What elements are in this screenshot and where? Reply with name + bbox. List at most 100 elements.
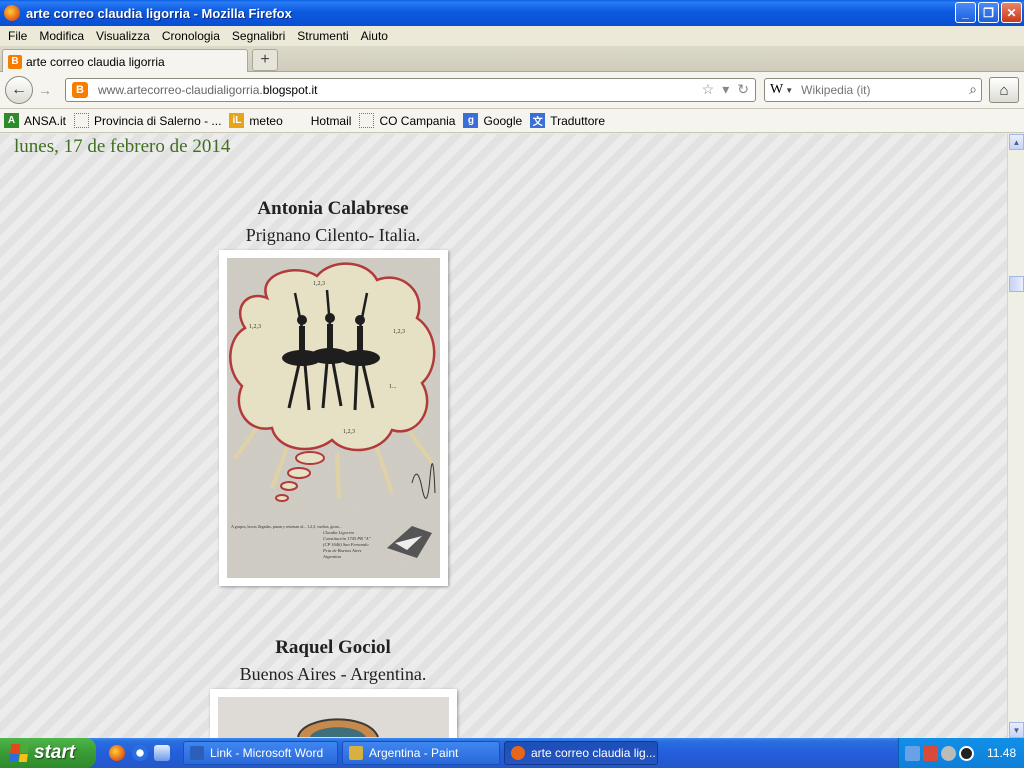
- blogger-icon: B: [72, 82, 88, 98]
- scrollbar-thumb[interactable]: [1009, 276, 1024, 292]
- artwork-frame[interactable]: 1,2,3 1,2,3 1,2,3 1... 1,2,3 A grupos, b…: [219, 250, 448, 586]
- bookmark-traduttore[interactable]: 文 Traduttore: [530, 113, 605, 128]
- menu-visualizza[interactable]: Visualizza: [90, 29, 156, 43]
- bookmark-google[interactable]: g Google: [463, 113, 522, 128]
- artwork-address-line: Pcia de Buenos Aires: [322, 548, 362, 553]
- artwork-count-label: 1,2,3: [249, 324, 261, 330]
- url-bar[interactable]: B www.artecorreo-claudialigorria.blogspo…: [65, 78, 756, 102]
- menu-aiuto[interactable]: Aiuto: [355, 29, 394, 43]
- wikipedia-icon[interactable]: W: [770, 82, 783, 98]
- bookmark-hotmail[interactable]: Hotmail: [291, 113, 352, 128]
- window-title: arte correo claudia ligorria - Mozilla F…: [26, 5, 292, 21]
- page-content[interactable]: lunes, 17 de febrero de 2014 Antonia Cal…: [0, 134, 1007, 738]
- url-domain: blogspot.it: [262, 83, 318, 97]
- quicklaunch-desktop-icon[interactable]: [154, 745, 170, 761]
- task-paint[interactable]: Argentina - Paint: [342, 741, 500, 765]
- update-icon[interactable]: [959, 745, 974, 761]
- start-button[interactable]: start: [0, 738, 96, 768]
- artwork-drawing: [218, 697, 449, 738]
- tab-strip: B arte correo claudia ligorria +: [0, 46, 1024, 73]
- post-author-place: Buenos Aires - Argentina.: [239, 664, 427, 684]
- menu-segnalibri[interactable]: Segnalibri: [226, 29, 291, 43]
- window-titlebar[interactable]: arte correo claudia ligorria - Mozilla F…: [0, 0, 1024, 26]
- task-firefox[interactable]: arte correo claudia lig...: [504, 741, 658, 765]
- search-bar[interactable]: W ▼ ⌕: [764, 78, 982, 102]
- home-icon: ⌂: [999, 81, 1009, 99]
- quicklaunch-media-player-icon[interactable]: [132, 745, 148, 761]
- bookmark-star-icon[interactable]: ☆: [702, 81, 715, 98]
- navigation-toolbar: ← → B www.artecorreo-claudialigorria.blo…: [0, 72, 1024, 109]
- menu-strumenti[interactable]: Strumenti: [291, 29, 354, 43]
- history-dropdown-icon[interactable]: ▾: [722, 81, 729, 98]
- bookmark-co-campania[interactable]: CO Campania: [359, 113, 455, 128]
- minimize-button[interactable]: _: [955, 2, 976, 23]
- search-icon[interactable]: ⌕: [969, 81, 977, 98]
- artwork-count-label: 1,2,3: [343, 429, 355, 435]
- artwork-image[interactable]: 1,2,3 1,2,3 1,2,3 1... 1,2,3 A grupos, b…: [227, 258, 440, 578]
- quicklaunch-firefox-icon[interactable]: [109, 745, 125, 761]
- speaker-icon[interactable]: [941, 745, 956, 761]
- reload-icon[interactable]: ↻: [737, 81, 749, 98]
- bookmark-label: Google: [483, 113, 523, 128]
- translate-icon: 文: [530, 113, 546, 128]
- chevron-down-icon[interactable]: ▼: [785, 86, 793, 95]
- artwork-frame[interactable]: [210, 689, 457, 738]
- tab-label: arte correo claudia ligorria: [26, 54, 165, 69]
- vertical-scrollbar[interactable]: ▲ ▼: [1007, 134, 1024, 738]
- forward-arrow-icon: →: [38, 82, 52, 98]
- window-controls: _ ❐ ✕: [955, 2, 1022, 23]
- artwork-ellipsis-label: 1...: [389, 384, 397, 390]
- bookmarks-toolbar: A ANSA.it Provincia di Salerno - ... iL …: [0, 109, 1024, 133]
- artwork-address-line: (CP 1646) San Fernando: [323, 542, 369, 547]
- artwork-address-line: Constitución 1745 PB "A": [323, 536, 371, 541]
- post-author-name: Raquel Gociol: [275, 637, 391, 658]
- close-button[interactable]: ✕: [1001, 2, 1022, 23]
- paint-icon: [349, 746, 363, 760]
- windows-flag-icon: [8, 744, 30, 762]
- artwork-address-line: Argentina: [322, 554, 342, 559]
- artwork-image[interactable]: [218, 697, 449, 738]
- home-button[interactable]: ⌂: [989, 77, 1019, 103]
- menu-file[interactable]: File: [2, 29, 33, 43]
- new-tab-button[interactable]: +: [252, 49, 278, 71]
- bookmark-ansa[interactable]: A ANSA.it: [4, 113, 66, 128]
- post-author-place: Prignano Cilento- Italia.: [245, 225, 421, 245]
- system-tray: 11.48: [898, 738, 1024, 768]
- firefox-icon: [511, 746, 525, 760]
- bookmark-label: ANSA.it: [24, 113, 67, 128]
- blank-page-icon: [74, 113, 90, 128]
- bookmark-label: Provincia di Salerno - ...: [94, 113, 222, 128]
- menu-modifica[interactable]: Modifica: [33, 29, 90, 43]
- bookmark-label: CO Campania: [379, 113, 456, 128]
- network-icon[interactable]: [905, 745, 920, 761]
- back-button[interactable]: ←: [5, 76, 33, 104]
- url-text[interactable]: www.artecorreo-claudialigorria.blogspot.…: [98, 83, 317, 97]
- google-icon: g: [463, 113, 479, 128]
- artwork-drawing: 1,2,3 1,2,3 1,2,3 1... 1,2,3 A grupos, b…: [227, 258, 440, 578]
- blogger-icon: B: [8, 54, 22, 69]
- url-prefix: www.artecorreo-claudialigorria.: [98, 83, 263, 97]
- menu-bar: File Modifica Visualizza Cronologia Segn…: [0, 26, 1024, 46]
- windows-flag-icon: [291, 113, 306, 128]
- bookmark-meteo[interactable]: iL meteo: [229, 113, 283, 128]
- antivirus-icon[interactable]: [923, 745, 938, 761]
- artwork-address-line: Claudia Ligorria: [323, 530, 355, 535]
- tab-active[interactable]: B arte correo claudia ligorria: [2, 49, 248, 73]
- menu-cronologia[interactable]: Cronologia: [156, 29, 226, 43]
- task-word[interactable]: Link - Microsoft Word: [183, 741, 338, 765]
- forward-button[interactable]: →: [34, 81, 56, 99]
- meteo-icon: iL: [229, 113, 245, 128]
- back-arrow-icon: ←: [11, 81, 27, 98]
- ansa-icon: A: [4, 113, 19, 128]
- url-actions: ☆ ▾ ↻: [702, 81, 749, 98]
- task-label: arte correo claudia lig...: [531, 746, 656, 760]
- task-label: Link - Microsoft Word: [210, 746, 324, 760]
- maximize-button[interactable]: ❐: [978, 2, 999, 23]
- search-input[interactable]: [799, 82, 960, 98]
- task-label: Argentina - Paint: [369, 746, 459, 760]
- scroll-up-button[interactable]: ▲: [1009, 134, 1024, 150]
- bookmark-provincia-salerno[interactable]: Provincia di Salerno - ...: [74, 113, 221, 128]
- word-icon: [190, 746, 204, 760]
- scroll-down-button[interactable]: ▼: [1009, 722, 1024, 738]
- firefox-icon: [4, 5, 20, 21]
